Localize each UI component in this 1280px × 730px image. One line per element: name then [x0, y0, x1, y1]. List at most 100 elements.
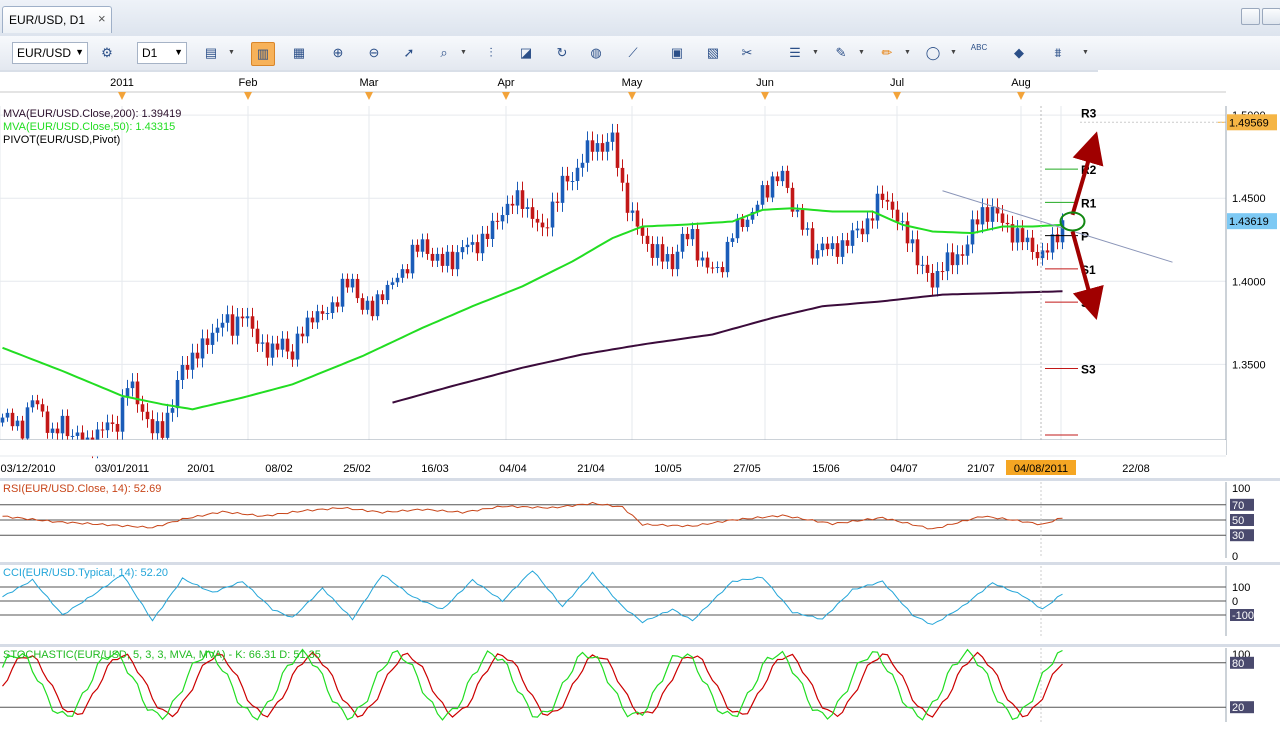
refresh-icon[interactable]: ↻	[551, 42, 573, 64]
candle	[715, 267, 720, 269]
candle	[900, 221, 905, 223]
candle	[10, 412, 15, 427]
candle	[130, 381, 135, 389]
candle	[605, 141, 610, 152]
candle	[1020, 228, 1025, 243]
text-icon[interactable]: ABC	[968, 42, 990, 64]
candle	[505, 203, 510, 216]
candle	[930, 272, 935, 288]
candle	[455, 252, 460, 270]
candle	[510, 203, 515, 206]
candle	[940, 271, 945, 273]
candle	[685, 233, 690, 240]
candle	[320, 311, 325, 314]
chevron-down-icon: ▼	[812, 49, 819, 56]
ruler-icon[interactable]: ⟋	[622, 42, 644, 64]
line-draw-icon[interactable]: ☰	[784, 42, 806, 64]
panel-y-label: 20	[1232, 702, 1244, 714]
chart-tab[interactable]: EUR/USD, D1 ×	[2, 6, 112, 33]
candle	[5, 412, 10, 418]
candle	[985, 207, 990, 222]
candle	[815, 250, 820, 259]
candle	[380, 294, 385, 300]
chart-type-icon[interactable]: ▤	[200, 42, 222, 64]
chart-svg[interactable]: MVA(EUR/USD.Close,200): 1.39419MVA(EUR/U…	[0, 70, 1280, 727]
candle	[920, 264, 925, 266]
candle	[905, 221, 910, 244]
template-icon[interactable]: ▧	[702, 42, 724, 64]
zoom-out-icon[interactable]: ⊖	[363, 42, 385, 64]
maximize-icon[interactable]	[1262, 8, 1280, 25]
globe-icon[interactable]: ◍	[585, 42, 607, 64]
panel-y-label: 0	[1232, 551, 1238, 563]
eraser-icon[interactable]: ◆	[1008, 42, 1030, 64]
tools-icon[interactable]: ✂	[736, 42, 758, 64]
close-icon[interactable]: ×	[98, 11, 106, 26]
levels-icon[interactable]: ⩩	[1047, 42, 1069, 64]
indicator-icon[interactable]: ⚙	[96, 42, 118, 64]
candle	[230, 314, 235, 336]
panel-y-label: 100	[1232, 582, 1250, 594]
candle	[200, 338, 205, 359]
candle	[710, 267, 715, 269]
month-label: Aug	[1011, 77, 1031, 89]
pivot-label: P	[1081, 230, 1089, 244]
search-icon[interactable]: ⌕	[433, 42, 455, 64]
timeframe-value: D1	[142, 46, 158, 60]
pen-icon[interactable]: ✎	[830, 42, 852, 64]
panel-y-label: 0	[1232, 596, 1238, 608]
candle	[290, 351, 295, 360]
month-label: 2011	[110, 77, 134, 89]
candle	[240, 316, 245, 319]
ellipse-icon[interactable]: ◯	[922, 42, 944, 64]
period-icon[interactable]: ◪	[515, 42, 537, 64]
candle	[25, 407, 30, 439]
panel-separator	[0, 644, 1280, 647]
cursor-icon[interactable]: ➚	[398, 42, 420, 64]
candle	[520, 190, 525, 209]
chevron-down-icon: ▼	[904, 49, 911, 56]
candle	[925, 264, 930, 273]
indicator-label: STOCHASTIC(EUR/USD, 5, 3, 3, MVA, MVA) -…	[3, 649, 321, 661]
panel-y-label: 30	[1232, 530, 1244, 542]
pen-icon[interactable]: ✏	[876, 42, 898, 64]
candle	[580, 162, 585, 168]
candle	[30, 400, 35, 408]
restore-icon[interactable]	[1241, 8, 1260, 25]
chart-tab-label: EUR/USD, D1	[9, 13, 86, 27]
candle	[280, 338, 285, 350]
candle	[325, 313, 330, 315]
candle	[255, 328, 260, 344]
symbol-select[interactable]: EUR/USD ▼	[12, 42, 88, 64]
panel-separator	[0, 478, 1280, 481]
candle	[40, 404, 45, 412]
candle	[870, 218, 875, 221]
candle	[635, 210, 640, 227]
candle	[190, 352, 195, 370]
picture-icon[interactable]: ▣	[666, 42, 688, 64]
candle	[180, 364, 185, 380]
candle	[990, 206, 995, 222]
bar-chart-icon[interactable]: ▥	[251, 42, 275, 66]
candle	[150, 419, 155, 434]
zoom-in-icon[interactable]: ⊕	[327, 42, 349, 64]
candle	[440, 253, 445, 266]
candle	[295, 333, 300, 360]
candle	[560, 175, 565, 203]
candle	[660, 244, 665, 262]
candle	[375, 294, 380, 317]
crosshair-icon[interactable]: ⫶	[480, 42, 502, 64]
candle	[575, 167, 580, 182]
candle	[140, 404, 145, 412]
candle	[595, 143, 600, 152]
candle-icon[interactable]: ▦	[288, 42, 310, 64]
x-axis-strip	[0, 440, 1226, 456]
chart-area[interactable]: MVA(EUR/USD.Close,200): 1.39419 MVA(EUR/U…	[0, 70, 1280, 727]
candle	[740, 218, 745, 228]
timeframe-select[interactable]: D1 ▼	[137, 42, 187, 64]
candle	[765, 185, 770, 198]
candle	[960, 254, 965, 256]
x-tick-label: 20/01	[187, 463, 215, 475]
candle	[390, 282, 395, 285]
x-tick-label: 21/07	[967, 463, 995, 475]
